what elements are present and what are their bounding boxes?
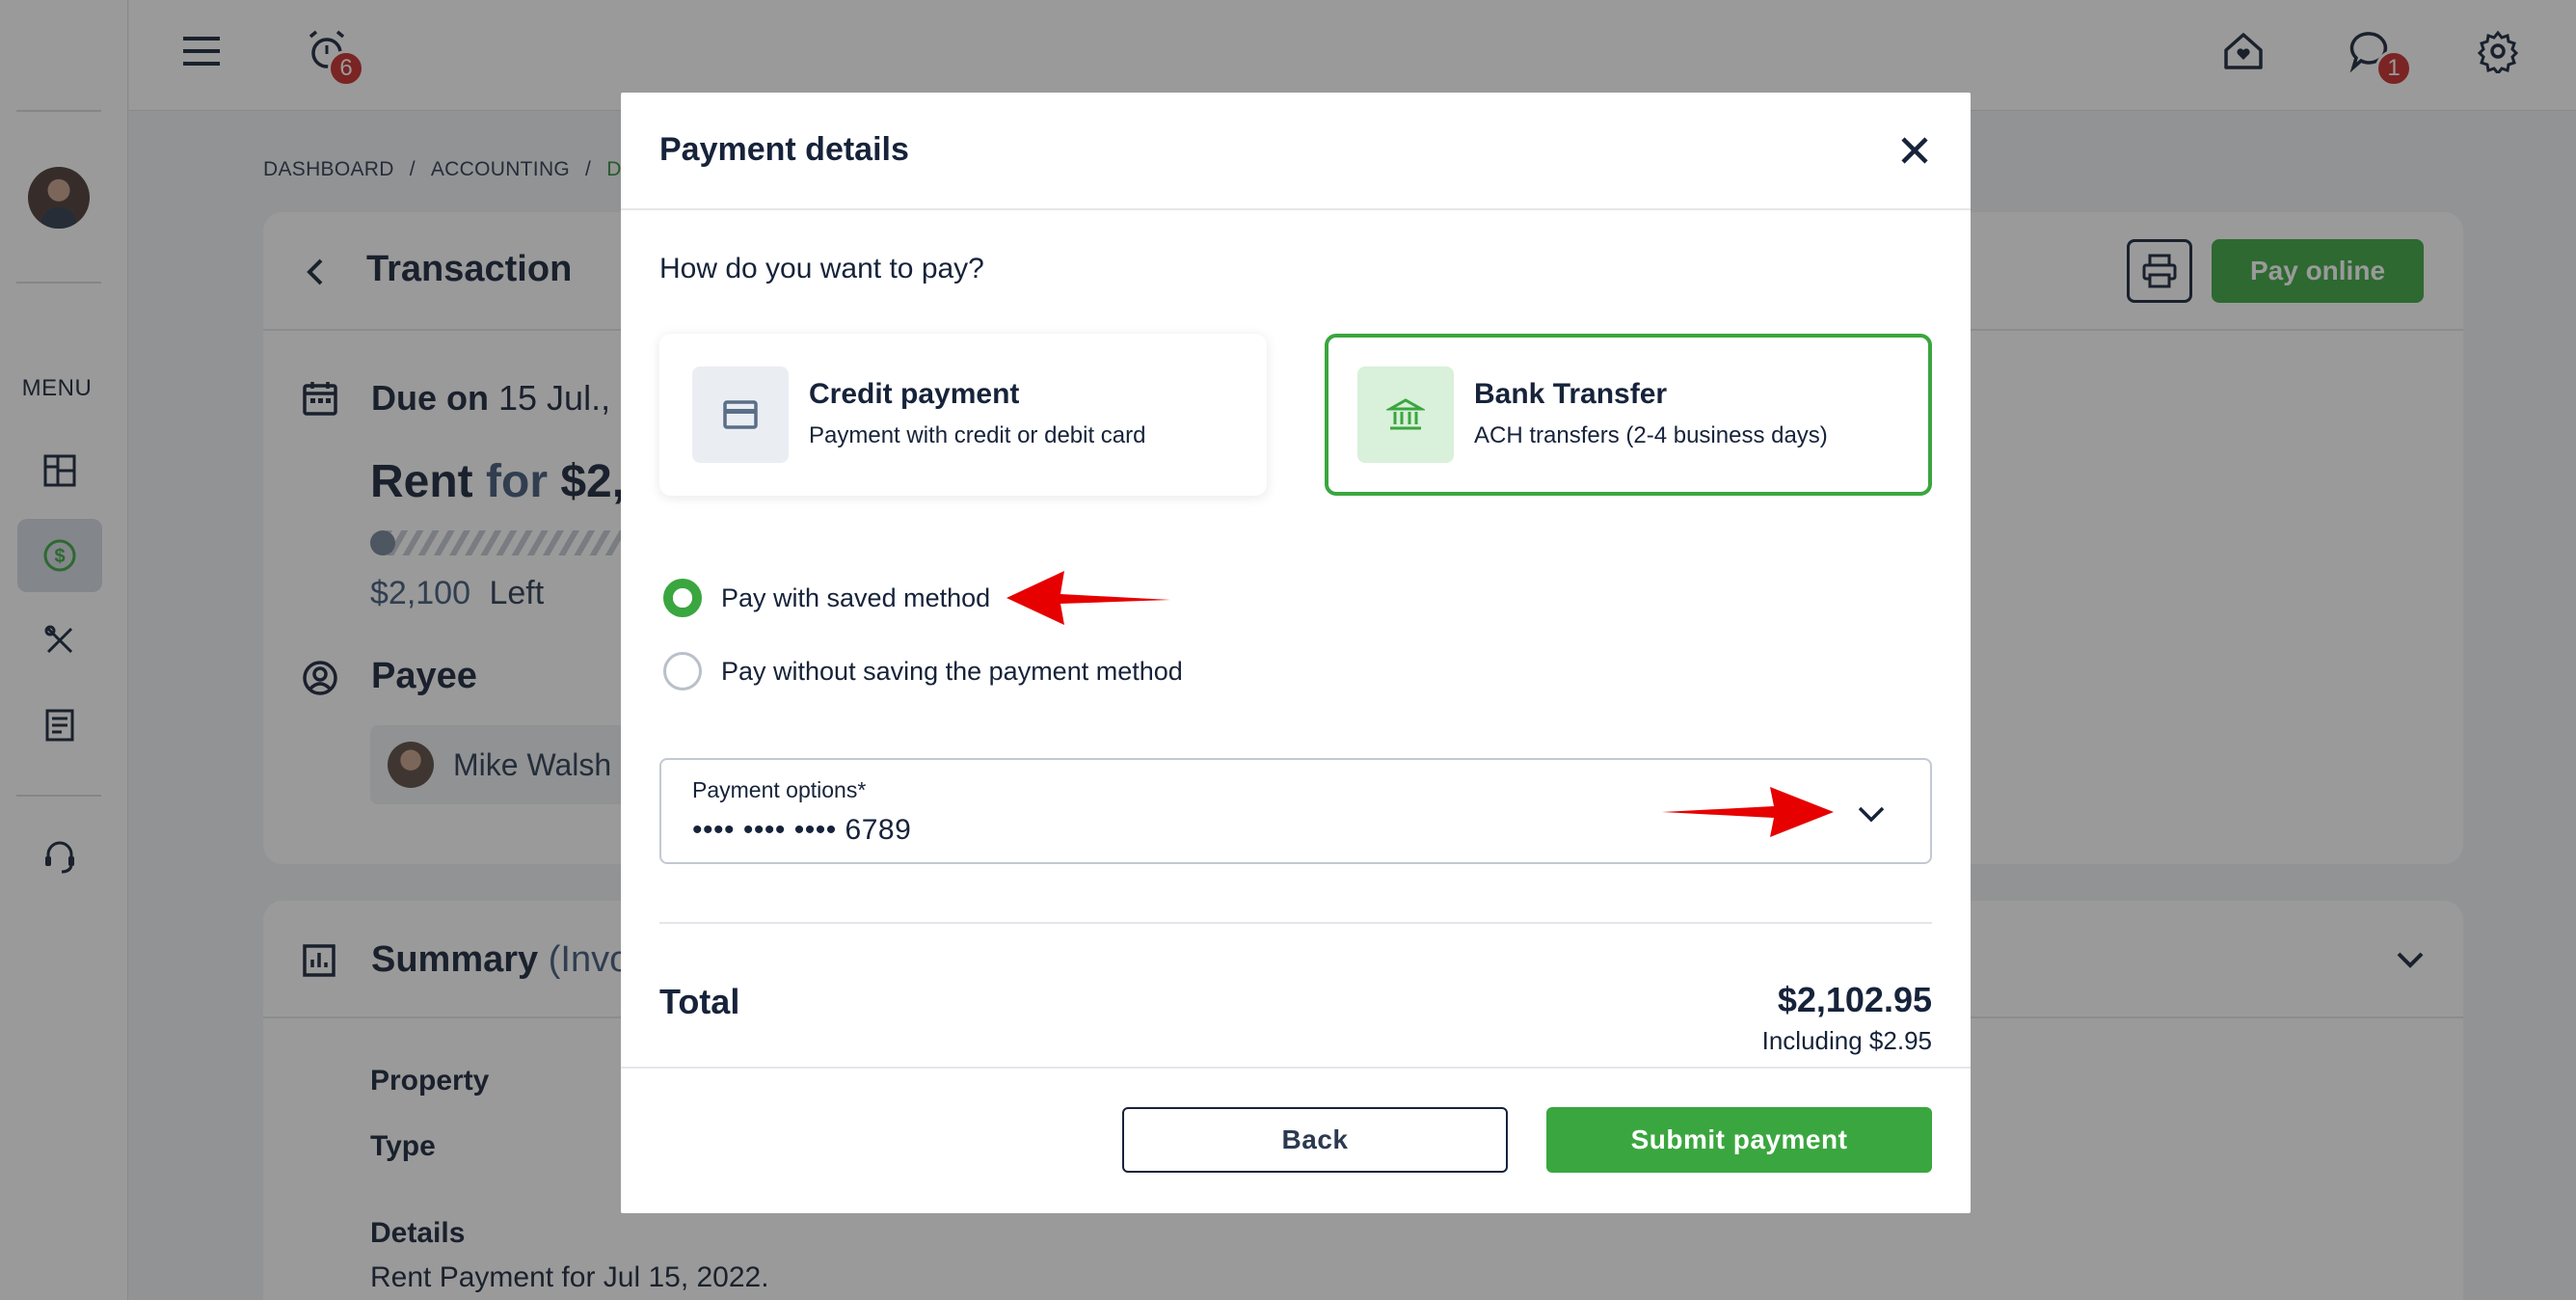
bank-transfer-option[interactable]: Bank Transfer ACH transfers (2-4 busines…: [1325, 334, 1932, 496]
credit-card-icon: [723, 400, 758, 429]
bank-icon-box: [1357, 366, 1454, 463]
payment-question: How do you want to pay?: [659, 253, 984, 284]
credit-payment-option[interactable]: Credit payment Payment with credit or de…: [659, 334, 1267, 496]
submit-payment-button[interactable]: Submit payment: [1546, 1107, 1932, 1173]
credit-payment-subtitle: Payment with credit or debit card: [809, 422, 1146, 448]
radio-saved-method[interactable]: Pay with saved method: [663, 579, 990, 617]
radio-unsaved-indicator[interactable]: [663, 652, 702, 691]
total-label: Total: [659, 982, 740, 1021]
divider: [659, 922, 1932, 924]
modal-footer: Back Submit payment: [621, 1067, 1971, 1213]
radio-unsaved-label: Pay without saving the payment method: [721, 656, 1183, 686]
payment-options-label: Payment options*: [692, 777, 867, 802]
annotation-arrow-right-icon: [1662, 787, 1834, 837]
credit-payment-title: Credit payment: [809, 378, 1020, 410]
bank-transfer-subtitle: ACH transfers (2-4 business days): [1474, 422, 1828, 448]
chevron-down-icon[interactable]: [1857, 802, 1886, 826]
payment-details-modal: Payment details How do you want to pay? …: [621, 93, 1971, 1213]
modal-title: Payment details: [659, 131, 909, 168]
back-button[interactable]: Back: [1122, 1107, 1508, 1173]
bank-icon: [1386, 398, 1425, 430]
radio-unsaved-method[interactable]: Pay without saving the payment method: [663, 652, 1183, 691]
annotation-arrow-left-icon: [1006, 571, 1170, 625]
close-icon[interactable]: [1897, 133, 1932, 168]
total-amount: $2,102.95: [1777, 980, 1932, 1019]
radio-saved-label: Pay with saved method: [721, 582, 991, 612]
bank-transfer-title: Bank Transfer: [1474, 378, 1668, 410]
radio-saved-indicator[interactable]: [663, 579, 702, 617]
credit-card-icon-box: [692, 366, 789, 463]
total-fee-note: Including $2.95: [1761, 1026, 1932, 1055]
modal-header: Payment details: [621, 93, 1971, 210]
payment-options-value: •••• •••• •••• 6789: [692, 814, 912, 846]
